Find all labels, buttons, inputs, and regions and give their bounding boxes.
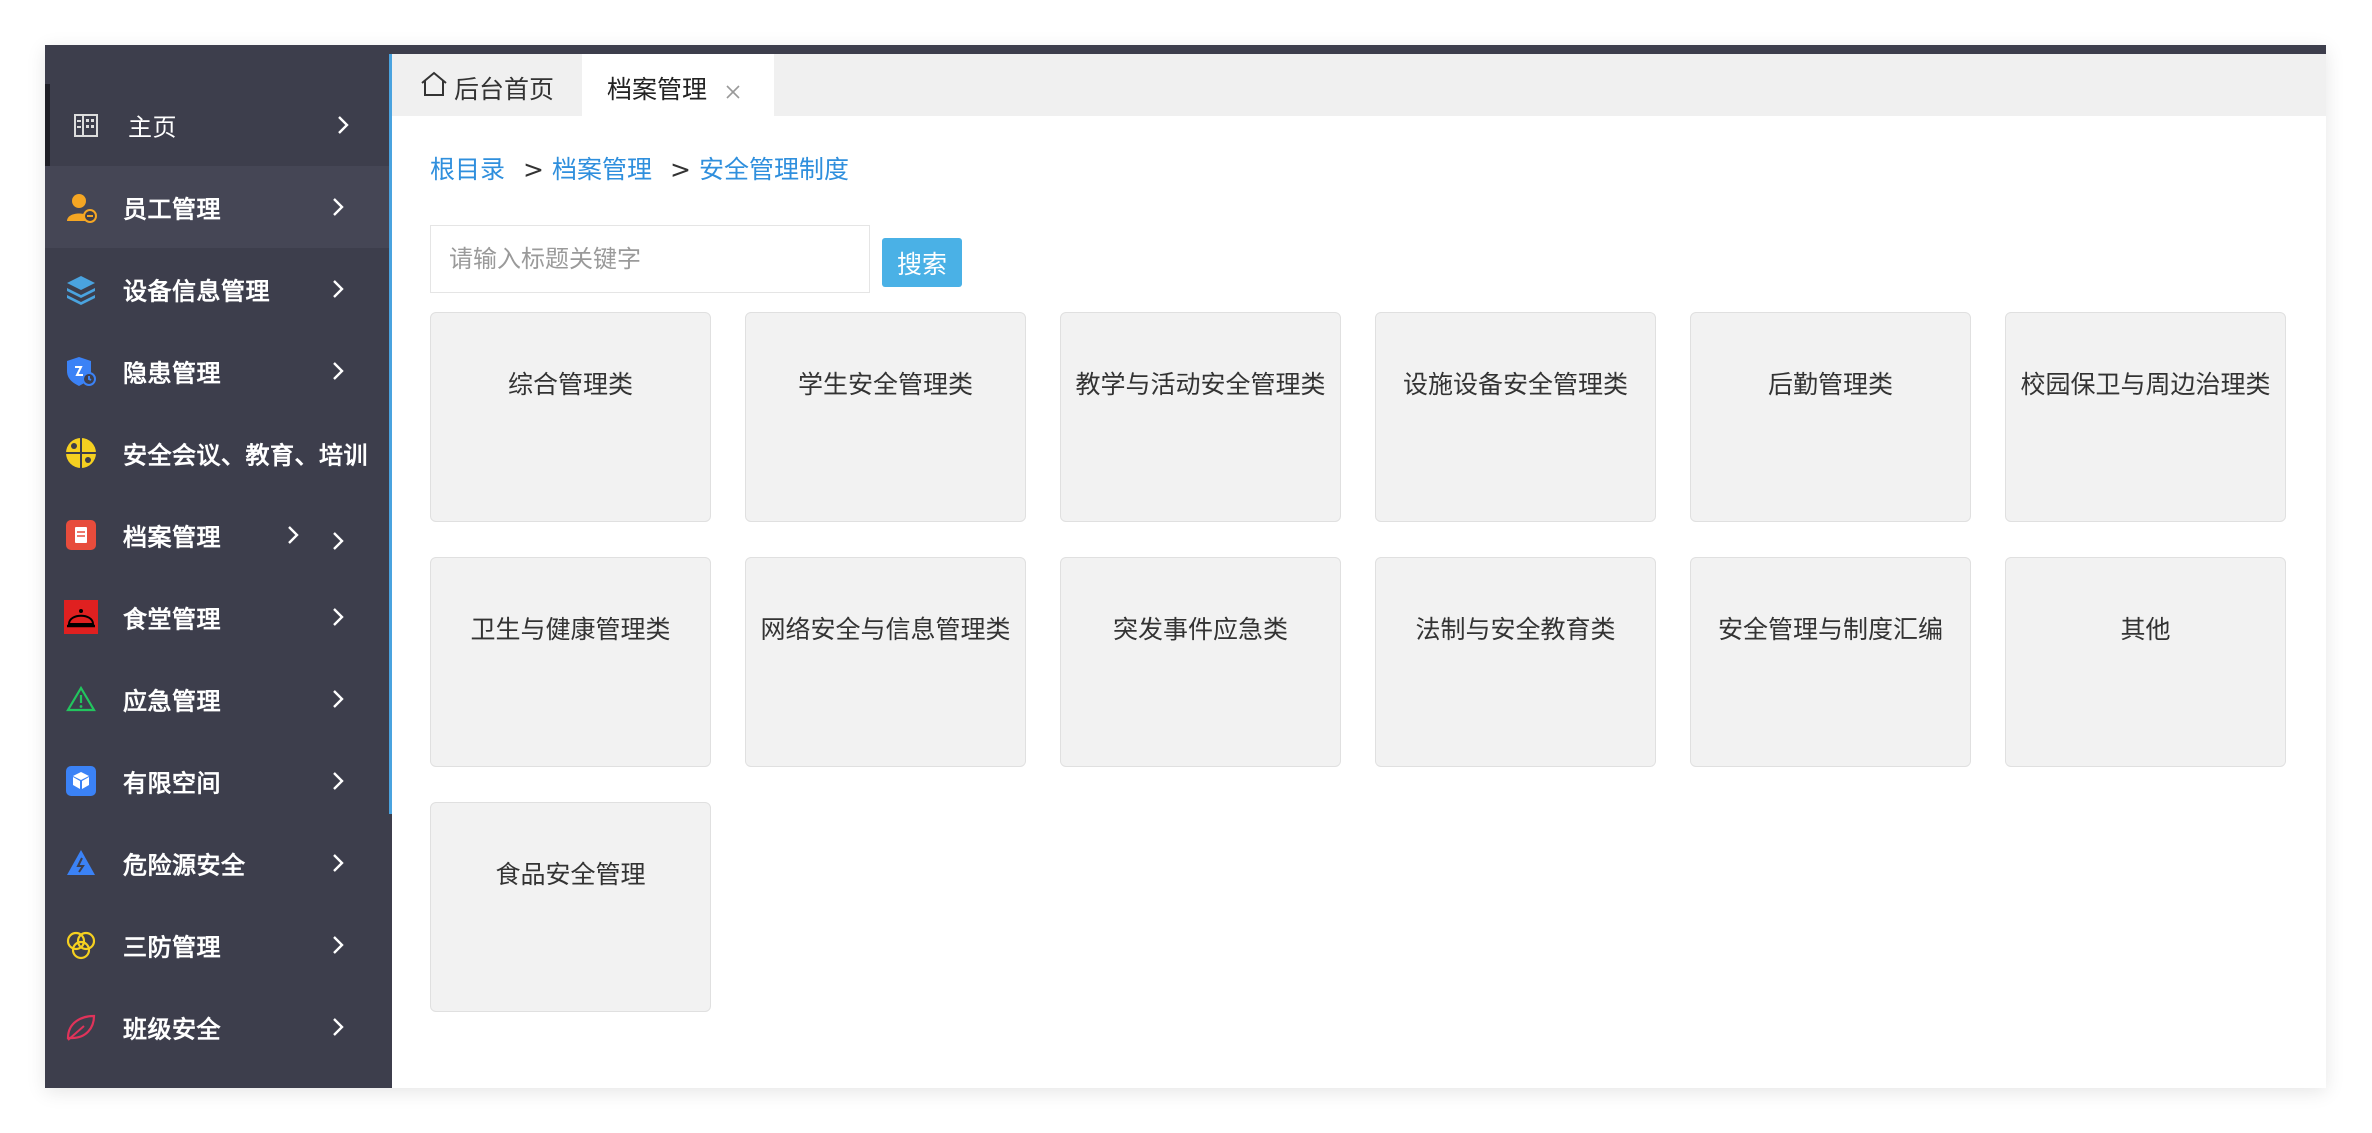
building-icon xyxy=(69,108,103,142)
chevron-right-icon xyxy=(327,852,349,874)
sidebar-item-home[interactable]: 主页 xyxy=(45,84,389,166)
sidebar-item-class-safety[interactable]: 班级安全 xyxy=(45,986,389,1068)
sidebar-item-meeting[interactable]: 安全会议、教育、培训 xyxy=(45,412,389,494)
rings-icon xyxy=(64,928,98,962)
tab-home[interactable]: 后台首页 xyxy=(392,54,582,116)
chevron-right-icon xyxy=(327,278,349,300)
sidebar-item-label: 主页 xyxy=(128,113,177,142)
category-label: 设施设备安全管理类 xyxy=(1402,370,1628,399)
category-label: 法制与安全教育类 xyxy=(1415,615,1616,644)
category-label: 校园保卫与周边治理类 xyxy=(2020,370,2271,399)
category-card[interactable]: 设施设备安全管理类 xyxy=(1375,312,1656,522)
sidebar-item-equipment[interactable]: 设备信息管理 xyxy=(45,248,389,330)
sidebar-item-hazard[interactable]: 隐患管理 xyxy=(45,330,389,412)
sidebar-item-label: 三防管理 xyxy=(123,933,221,962)
category-card[interactable]: 安全管理与制度汇编 xyxy=(1690,557,1971,767)
main-content: 后台首页 档案管理 根目录 > 档案管理 > 安全管理制度 搜索 综合管理类 学生安全管… xyxy=(392,54,2326,1088)
top-bar xyxy=(45,45,2326,54)
sidebar-item-label: 食堂管理 xyxy=(123,605,221,634)
category-label: 综合管理类 xyxy=(507,370,633,399)
category-card[interactable]: 法制与安全教育类 xyxy=(1375,557,1656,767)
chevron-right-icon xyxy=(327,934,349,956)
hazard-icon xyxy=(64,846,98,880)
sidebar-item-confined-space[interactable]: 有限空间 xyxy=(45,740,389,822)
category-card[interactable]: 后勤管理类 xyxy=(1690,312,1971,522)
file-icon xyxy=(64,518,98,552)
breadcrumb-archives[interactable]: 档案管理 xyxy=(552,155,652,184)
tab-label: 档案管理 xyxy=(607,75,708,104)
category-label: 卫生与健康管理类 xyxy=(470,615,671,644)
sidebar-item-label: 应急管理 xyxy=(123,687,221,716)
category-card[interactable]: 校园保卫与周边治理类 xyxy=(2005,312,2286,522)
home-icon xyxy=(420,71,448,97)
category-label: 学生安全管理类 xyxy=(797,370,973,399)
tab-label: 后台首页 xyxy=(454,75,555,104)
sidebar-item-label: 档案管理 xyxy=(123,523,221,552)
tab-bar: 后台首页 档案管理 xyxy=(392,54,2326,116)
close-icon[interactable] xyxy=(725,77,741,99)
sidebar-item-archives[interactable]: 档案管理 xyxy=(45,494,389,576)
breadcrumb: 根目录 > 档案管理 > 安全管理制度 xyxy=(430,150,849,186)
category-label: 食品安全管理 xyxy=(495,860,646,889)
category-label: 其他 xyxy=(2120,615,2171,644)
cube-icon xyxy=(64,764,98,798)
sidebar-item-three-prevention[interactable]: 三防管理 xyxy=(45,904,389,986)
category-label: 教学与活动安全管理类 xyxy=(1075,370,1326,399)
category-label: 网络安全与信息管理类 xyxy=(760,615,1011,644)
category-label: 安全管理与制度汇编 xyxy=(1717,615,1943,644)
search-input[interactable] xyxy=(430,225,870,293)
chevron-right-icon xyxy=(327,196,349,218)
category-card[interactable]: 食品安全管理 xyxy=(430,802,711,1012)
app-window: 主页 员工管理 设备信息管理 隐患管理 安全会议、教育、培训 档案管理 食堂管理… xyxy=(45,45,2326,1088)
category-card[interactable]: 卫生与健康管理类 xyxy=(430,557,711,767)
category-card[interactable]: 教学与活动安全管理类 xyxy=(1060,312,1341,522)
warning-icon xyxy=(64,682,98,716)
sidebar-item-label: 班级安全 xyxy=(123,1015,221,1044)
search-button[interactable]: 搜索 xyxy=(882,238,962,287)
sidebar: 主页 员工管理 设备信息管理 隐患管理 安全会议、教育、培训 档案管理 食堂管理… xyxy=(45,54,392,1088)
sidebar-item-label: 危险源安全 xyxy=(123,851,246,880)
category-card[interactable]: 网络安全与信息管理类 xyxy=(745,557,1026,767)
category-card[interactable]: 突发事件应急类 xyxy=(1060,557,1341,767)
leaf-icon xyxy=(64,1010,98,1044)
sidebar-item-canteen[interactable]: 食堂管理 xyxy=(45,576,389,658)
sidebar-item-label: 有限空间 xyxy=(123,769,221,798)
breadcrumb-current[interactable]: 安全管理制度 xyxy=(699,155,849,184)
shield-icon xyxy=(64,354,98,388)
chevron-right-icon xyxy=(332,114,354,136)
sidebar-item-label: 安全会议、教育、培训 xyxy=(123,441,368,470)
sidebar-item-hazard-source[interactable]: 危险源安全 xyxy=(45,822,389,904)
sidebar-item-label: 员工管理 xyxy=(123,195,221,224)
user-icon xyxy=(64,190,98,224)
cloche-icon xyxy=(64,600,98,634)
layers-icon xyxy=(64,272,98,306)
category-label: 突发事件应急类 xyxy=(1112,615,1288,644)
chevron-right-icon xyxy=(327,770,349,792)
breadcrumb-separator: > xyxy=(669,155,691,184)
sidebar-item-label: 设备信息管理 xyxy=(123,277,270,306)
chevron-right-icon xyxy=(327,606,349,628)
chevron-right-icon xyxy=(327,360,349,382)
category-card[interactable]: 综合管理类 xyxy=(430,312,711,522)
category-card[interactable]: 其他 xyxy=(2005,557,2286,767)
sidebar-item-emergency[interactable]: 应急管理 xyxy=(45,658,389,740)
sidebar-item-label: 隐患管理 xyxy=(123,359,221,388)
chevron-right-icon xyxy=(327,688,349,710)
chevron-right-icon xyxy=(327,1016,349,1038)
sidebar-item-employee[interactable]: 员工管理 xyxy=(45,166,389,248)
breadcrumb-root[interactable]: 根目录 xyxy=(430,155,505,184)
breadcrumb-separator: > xyxy=(523,155,544,184)
category-label: 后勤管理类 xyxy=(1767,370,1893,399)
meeting-icon xyxy=(64,436,98,470)
category-card[interactable]: 学生安全管理类 xyxy=(745,312,1026,522)
chevron-right-icon xyxy=(282,524,304,546)
tab-archives[interactable]: 档案管理 xyxy=(582,54,774,116)
